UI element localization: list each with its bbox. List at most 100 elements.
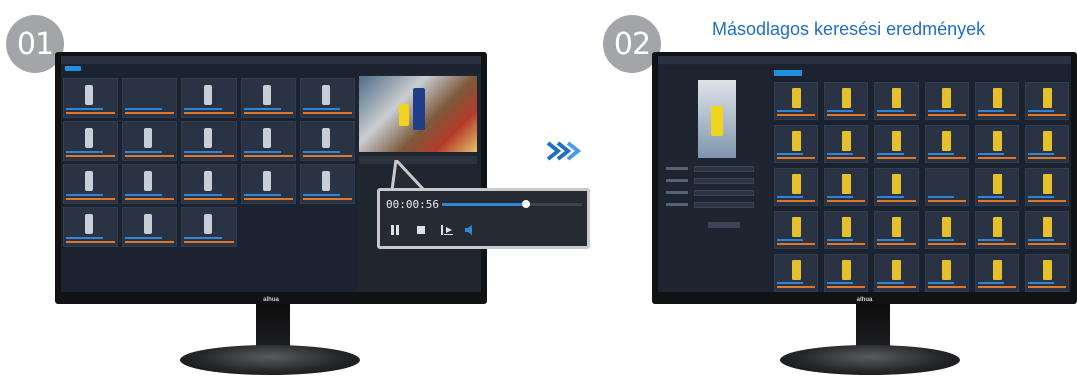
person-figure: [992, 131, 1002, 151]
person-figure: [791, 174, 801, 194]
result-thumbnail[interactable]: [924, 125, 969, 163]
result-thumbnail[interactable]: [974, 82, 1019, 120]
result-thumbnail[interactable]: [1024, 168, 1069, 206]
info-bar: [302, 198, 352, 200]
info-bar: [184, 112, 234, 114]
result-thumbnail[interactable]: [874, 168, 919, 206]
result-thumbnail[interactable]: [1024, 125, 1069, 163]
result-thumbnail[interactable]: [824, 82, 869, 120]
result-thumbnail[interactable]: [974, 125, 1019, 163]
info-bar: [827, 157, 866, 159]
result-thumbnail[interactable]: [1024, 82, 1069, 120]
pause-icon[interactable]: [390, 224, 400, 236]
info-bar: [66, 198, 116, 200]
result-thumbnail[interactable]: [924, 254, 969, 292]
result-thumbnail[interactable]: [122, 164, 178, 204]
result-thumbnail[interactable]: [240, 78, 296, 118]
result-thumbnail[interactable]: [299, 121, 355, 161]
result-thumbnail[interactable]: [299, 164, 355, 204]
result-thumbnail[interactable]: [122, 78, 178, 118]
result-thumbnail[interactable]: [299, 78, 355, 118]
similarity-bar: [243, 108, 281, 110]
person-figure: [322, 85, 331, 105]
progress-handle[interactable]: [522, 200, 530, 208]
result-thumbnail[interactable]: [824, 168, 869, 206]
similarity-bar: [777, 196, 804, 198]
monitor-stand-neck: [256, 304, 290, 350]
result-thumbnail[interactable]: [181, 164, 237, 204]
result-thumbnail[interactable]: [122, 207, 178, 247]
result-thumbnail[interactable]: [974, 168, 1019, 206]
person-figure: [203, 128, 212, 148]
similarity-bar: [777, 282, 804, 284]
similarity-bar: [1027, 153, 1054, 155]
result-thumbnail[interactable]: [181, 207, 237, 247]
result-thumbnail[interactable]: [181, 78, 237, 118]
result-thumbnail[interactable]: [774, 211, 819, 249]
result-thumbnail[interactable]: [1024, 211, 1069, 249]
toolbar-button[interactable]: [774, 70, 802, 76]
result-thumbnail[interactable]: [181, 121, 237, 161]
similarity-bar: [877, 282, 904, 284]
result-thumbnail[interactable]: [240, 164, 296, 204]
similarity-bar: [66, 237, 104, 239]
person-figure: [322, 128, 331, 148]
person-figure: [892, 174, 902, 194]
result-grid: [63, 78, 355, 247]
form-field[interactable]: [694, 166, 754, 172]
info-bar: [1027, 243, 1066, 245]
result-thumbnail[interactable]: [874, 211, 919, 249]
similarity-bar: [827, 110, 854, 112]
person-figure: [942, 88, 952, 108]
result-thumbnail[interactable]: [1024, 254, 1069, 292]
result-thumbnail[interactable]: [63, 121, 119, 161]
info-bar: [1027, 157, 1066, 159]
similarity-bar: [184, 194, 222, 196]
result-thumbnail[interactable]: [774, 82, 819, 120]
form-field[interactable]: [694, 190, 754, 196]
similarity-bar: [184, 237, 222, 239]
volume-icon[interactable]: [464, 224, 476, 236]
result-thumbnail[interactable]: [824, 125, 869, 163]
result-thumbnail[interactable]: [824, 211, 869, 249]
person-child: [399, 104, 409, 126]
similarity-bar: [66, 108, 104, 110]
similarity-bar: [66, 151, 104, 153]
stop-icon[interactable]: [416, 224, 426, 236]
form-field[interactable]: [694, 202, 754, 208]
result-thumbnail[interactable]: [63, 164, 119, 204]
similarity-bar: [827, 196, 854, 198]
toolbar-button[interactable]: [65, 66, 81, 71]
result-thumbnail[interactable]: [874, 125, 919, 163]
similarity-bar: [977, 153, 1004, 155]
frame-step-icon[interactable]: [440, 224, 454, 236]
progress-track[interactable]: [442, 200, 582, 208]
result-thumbnail[interactable]: [874, 82, 919, 120]
result-thumbnail[interactable]: [240, 121, 296, 161]
form-row: [666, 178, 762, 184]
similarity-bar: [927, 239, 954, 241]
result-thumbnail[interactable]: [63, 78, 119, 118]
result-thumbnail[interactable]: [924, 168, 969, 206]
result-thumbnail[interactable]: [122, 121, 178, 161]
monitor-brand: alhua: [856, 297, 873, 303]
result-thumbnail[interactable]: [774, 254, 819, 292]
result-thumbnail[interactable]: [974, 211, 1019, 249]
result-thumbnail[interactable]: [774, 168, 819, 206]
result-thumbnail[interactable]: [924, 211, 969, 249]
result-thumbnail[interactable]: [974, 254, 1019, 292]
similarity-bar: [877, 239, 904, 241]
search-button[interactable]: [708, 222, 740, 228]
info-bar: [877, 114, 916, 116]
result-thumbnail[interactable]: [824, 254, 869, 292]
form-field[interactable]: [694, 178, 754, 184]
result-thumbnail[interactable]: [63, 207, 119, 247]
result-thumbnail[interactable]: [774, 125, 819, 163]
similarity-bar: [927, 110, 954, 112]
result-thumbnail[interactable]: [924, 82, 969, 120]
similarity-bar: [777, 239, 804, 241]
result-thumbnail[interactable]: [874, 254, 919, 292]
info-bar: [827, 200, 866, 202]
video-preview[interactable]: [359, 76, 477, 152]
monitor-stand-base: [180, 345, 360, 375]
